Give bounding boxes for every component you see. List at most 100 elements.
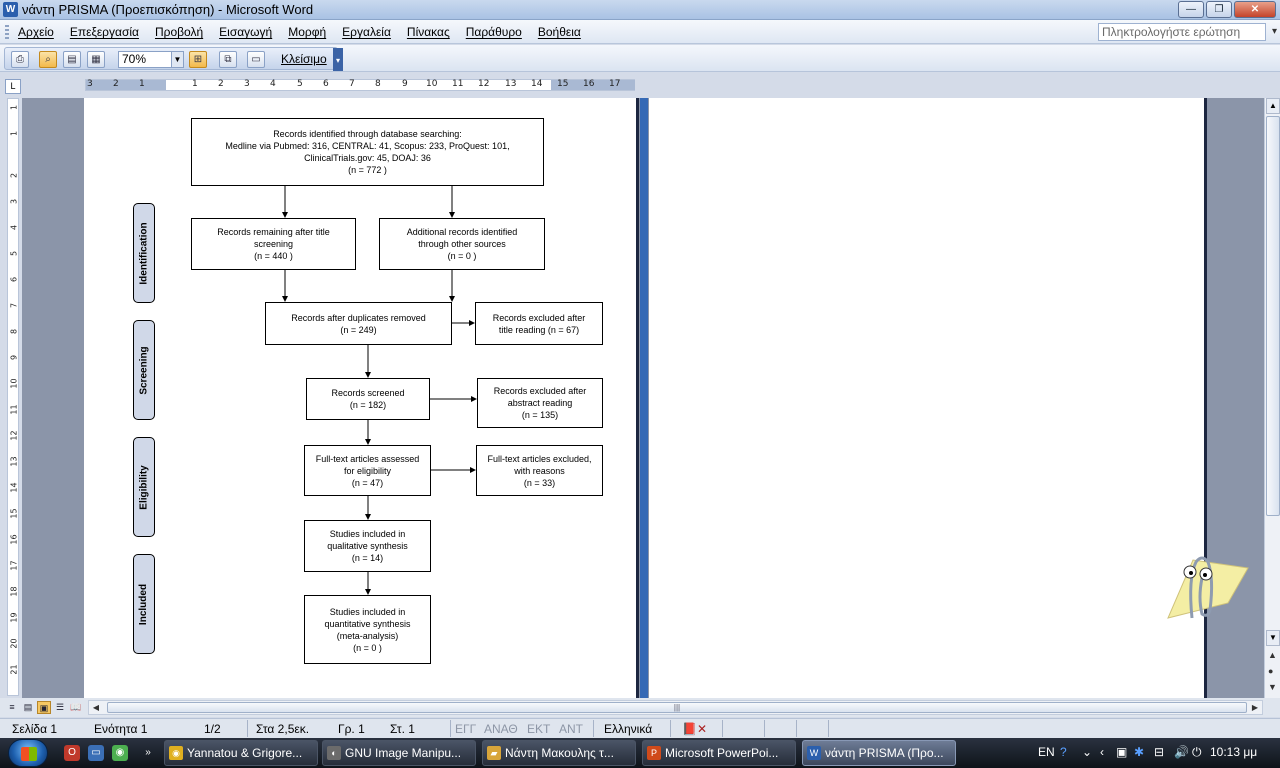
task-label: Microsoft PowerPoi...: [665, 746, 779, 760]
scroll-left-icon[interactable]: ◀: [89, 701, 103, 714]
ruler-label: 3: [244, 79, 250, 89]
task-button[interactable]: ◉ Yannatou & Grigore...: [164, 740, 318, 766]
close-button[interactable]: ✕: [1234, 1, 1276, 18]
ask-question-input[interactable]: Πληκτρολογήστε ερώτηση: [1098, 23, 1277, 41]
minimize-button[interactable]: —: [1178, 1, 1204, 18]
phase-label: Eligibility: [138, 464, 150, 510]
status-bar: Σελίδα 1 Ενότητα 1 1/2 Στα 2,5εκ. Γρ. 1 …: [0, 718, 1280, 738]
ruler-label: 2: [218, 79, 224, 89]
divider: [247, 720, 248, 737]
box-records-screened: Records screened (n = 182): [306, 378, 430, 420]
box-excluded-title: Records excluded after title reading (n …: [475, 302, 603, 345]
office-assistant-icon[interactable]: [1158, 548, 1250, 628]
ruler-label: 13: [9, 456, 19, 467]
multiple-pages-icon[interactable]: ▦: [87, 51, 105, 68]
help-icon[interactable]: ?: [1060, 745, 1067, 759]
print-layout-icon[interactable]: ▣: [37, 701, 51, 714]
box-other-sources: Additional records identified through ot…: [379, 218, 545, 270]
status-language[interactable]: Ελληνικά: [604, 722, 652, 736]
windows-logo-icon: [21, 747, 37, 761]
scroll-right-icon[interactable]: ▶: [1248, 701, 1262, 714]
one-page-icon[interactable]: ▤: [63, 51, 81, 68]
box-database-search: Records identified through database sear…: [191, 118, 544, 186]
ruler-label: 15: [557, 79, 569, 89]
task-button[interactable]: ◐ GNU Image Manipu...: [322, 740, 476, 766]
web-layout-icon[interactable]: ▤: [21, 701, 35, 714]
status-trk[interactable]: ΑΝΑΘ: [484, 722, 518, 736]
clock[interactable]: 10:13 μμ: [1210, 745, 1257, 759]
menubar-grip-icon[interactable]: [5, 25, 9, 39]
chrome-icon[interactable]: ◉: [112, 745, 128, 761]
close-preview-button[interactable]: Κλείσιμο: [277, 51, 331, 68]
ruler-label: 4: [9, 224, 19, 231]
status-position: Στα 2,5εκ.: [256, 722, 310, 736]
volume-icon[interactable]: 🔊: [1174, 745, 1189, 759]
chevron-down-icon[interactable]: ▼: [171, 52, 183, 67]
full-screen-icon[interactable]: ▭: [247, 51, 265, 68]
status-rec[interactable]: ΕΓΓ: [455, 722, 476, 736]
ruler-label: 20: [9, 638, 19, 649]
page-2[interactable]: [649, 98, 1204, 698]
vertical-scrollbar[interactable]: ▲ ▼ ▲ ● ▼: [1264, 98, 1280, 698]
task-button-active[interactable]: Wνάντη PRISMA (Προ...: [802, 740, 956, 766]
maximize-button[interactable]: ❐: [1206, 1, 1232, 18]
next-page-icon[interactable]: ▼: [1268, 682, 1277, 692]
network-icon[interactable]: ▣: [1116, 745, 1127, 759]
task-button[interactable]: P Microsoft PowerPoi...: [642, 740, 796, 766]
tab-selector-icon[interactable]: L: [5, 79, 21, 94]
ruler-label: 8: [9, 328, 19, 335]
menu-insert[interactable]: Εισαγωγή: [219, 25, 272, 39]
menu-view[interactable]: Προβολή: [155, 25, 203, 39]
more-quicklaunch-icon[interactable]: »: [140, 745, 156, 761]
magnifier-icon[interactable]: ⌕: [39, 51, 57, 68]
task-label: Yannatou & Grigore...: [187, 746, 303, 760]
outline-view-icon[interactable]: ☰: [53, 701, 67, 714]
print-icon[interactable]: ⎙: [11, 51, 29, 68]
horizontal-ruler[interactable]: 3 2 1 1 2 3 4 5 6 7 8 9 10 11 12 13 14 1…: [85, 79, 635, 91]
powerpoint-icon: P: [647, 746, 661, 760]
opera-icon[interactable]: O: [64, 745, 80, 761]
start-button[interactable]: [8, 739, 48, 767]
ruler-label: 9: [9, 354, 19, 361]
menu-window[interactable]: Παράθυρο: [466, 25, 522, 39]
show-desktop-icon[interactable]: ▭: [88, 745, 104, 761]
tray-options-icon[interactable]: ⌄: [1082, 745, 1092, 759]
menu-tools[interactable]: Εργαλεία: [342, 25, 391, 39]
view-ruler-icon[interactable]: ⊞: [189, 51, 207, 68]
select-browse-object-icon[interactable]: ●: [1268, 666, 1273, 676]
menu-help[interactable]: Βοήθεια: [538, 25, 581, 39]
ruler-label: 3: [9, 198, 19, 205]
scroll-up-icon[interactable]: ▲: [1266, 98, 1280, 114]
zoom-select[interactable]: 70% ▼: [118, 51, 184, 68]
menu-table[interactable]: Πίνακας: [407, 25, 450, 39]
bluetooth-icon[interactable]: ✱: [1134, 745, 1144, 759]
spelling-status-icon[interactable]: 📕✕: [682, 722, 707, 736]
menu-file[interactable]: Αρχείο: [18, 25, 54, 39]
ruler-label: 12: [9, 430, 19, 441]
previous-page-icon[interactable]: ▲: [1268, 650, 1277, 660]
menu-edit[interactable]: Επεξεργασία: [70, 25, 139, 39]
shrink-to-fit-icon[interactable]: ⧉: [219, 51, 237, 68]
normal-view-icon[interactable]: ≡: [5, 701, 19, 714]
toolbar-options-icon[interactable]: ▾: [333, 48, 343, 71]
status-ovr[interactable]: ΑΝΤ: [559, 722, 583, 736]
menu-format[interactable]: Μορφή: [288, 25, 326, 39]
task-button[interactable]: ▰ Νάντη Μακουλης τ...: [482, 740, 636, 766]
power-icon[interactable]: ⏻: [1192, 745, 1202, 760]
horizontal-scrollbar[interactable]: ◀ ||| ▶: [88, 700, 1263, 715]
language-indicator[interactable]: EN: [1038, 745, 1055, 759]
tray-expand-icon[interactable]: ‹: [1100, 745, 1104, 759]
vertical-ruler[interactable]: 1 1 2 3 4 5 6 7 8 9 10 11 12 13 14 15 16…: [7, 98, 19, 696]
ruler-label: 17: [609, 79, 621, 89]
scroll-thumb[interactable]: |||: [107, 702, 1247, 713]
safely-remove-icon[interactable]: ⊟: [1154, 745, 1164, 759]
page-shadow: [636, 98, 639, 698]
status-ext[interactable]: ΕΚΤ: [527, 722, 550, 736]
reading-layout-icon[interactable]: 📖: [69, 701, 83, 714]
ruler-label: 1: [192, 79, 198, 89]
scroll-down-icon[interactable]: ▼: [1266, 630, 1280, 646]
status-section: Ενότητα 1: [94, 722, 148, 736]
phase-label: Screening: [138, 345, 150, 395]
scroll-thumb[interactable]: [1266, 116, 1280, 516]
word-app-icon[interactable]: W: [3, 2, 18, 17]
